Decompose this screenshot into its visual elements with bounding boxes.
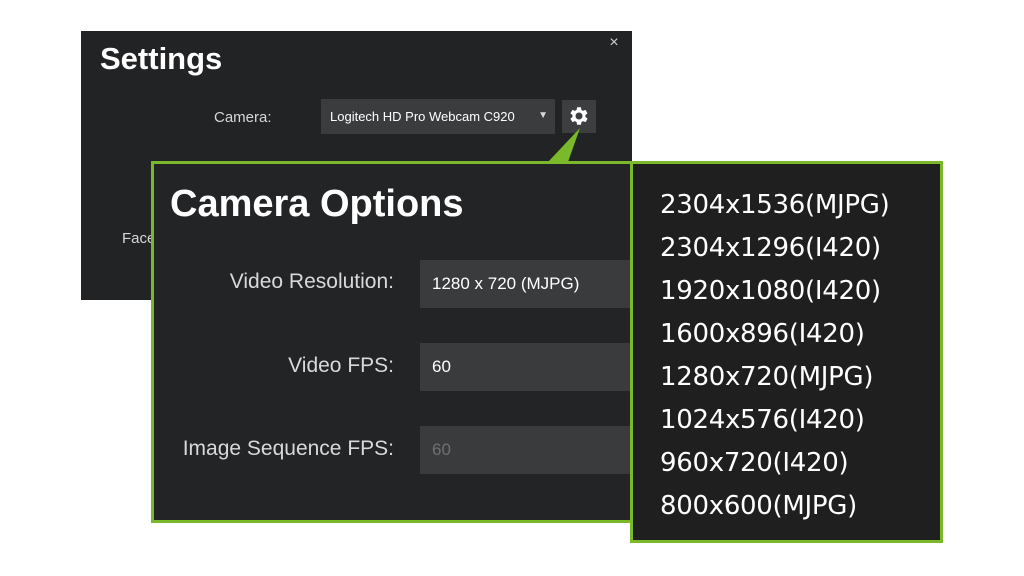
camera-select[interactable]: Logitech HD Pro Webcam C920 ▼ (321, 99, 555, 134)
video-fps-input[interactable]: 60 (420, 343, 636, 391)
camera-select-value: Logitech HD Pro Webcam C920 (330, 109, 515, 124)
resolution-option[interactable]: 1024x576(I420) (660, 405, 865, 435)
image-sequence-fps-label: Image Sequence FPS: (182, 437, 394, 460)
camera-label: Camera: (214, 109, 272, 126)
resolution-option[interactable]: 800x600(MJPG) (660, 491, 857, 521)
resolution-option[interactable]: 1920x1080(I420) (660, 276, 881, 306)
chevron-down-icon: ▼ (538, 110, 548, 121)
resolution-dropdown-list: 2304x1536(MJPG) 2304x1296(I420) 1920x108… (630, 161, 943, 543)
camera-options-button[interactable] (562, 100, 596, 133)
video-resolution-select[interactable]: 1280 x 720 (MJPG) (420, 260, 636, 308)
image-sequence-fps-input: 60 (420, 426, 636, 474)
resolution-option[interactable]: 960x720(I420) (660, 448, 849, 478)
camera-options-panel: Camera Options Video Resolution: 1280 x … (151, 161, 636, 523)
video-fps-label: Video FPS: (288, 354, 394, 377)
camera-options-title: Camera Options (170, 183, 464, 225)
video-resolution-label: Video Resolution: (229, 270, 394, 293)
resolution-option[interactable]: 1280x720(MJPG) (660, 362, 874, 392)
close-icon[interactable]: × (607, 35, 621, 51)
gear-icon (570, 107, 588, 125)
settings-title: Settings (100, 41, 223, 76)
resolution-option[interactable]: 2304x1536(MJPG) (660, 190, 890, 220)
resolution-option[interactable]: 2304x1296(I420) (660, 233, 881, 263)
resolution-option[interactable]: 1600x896(I420) (660, 319, 865, 349)
